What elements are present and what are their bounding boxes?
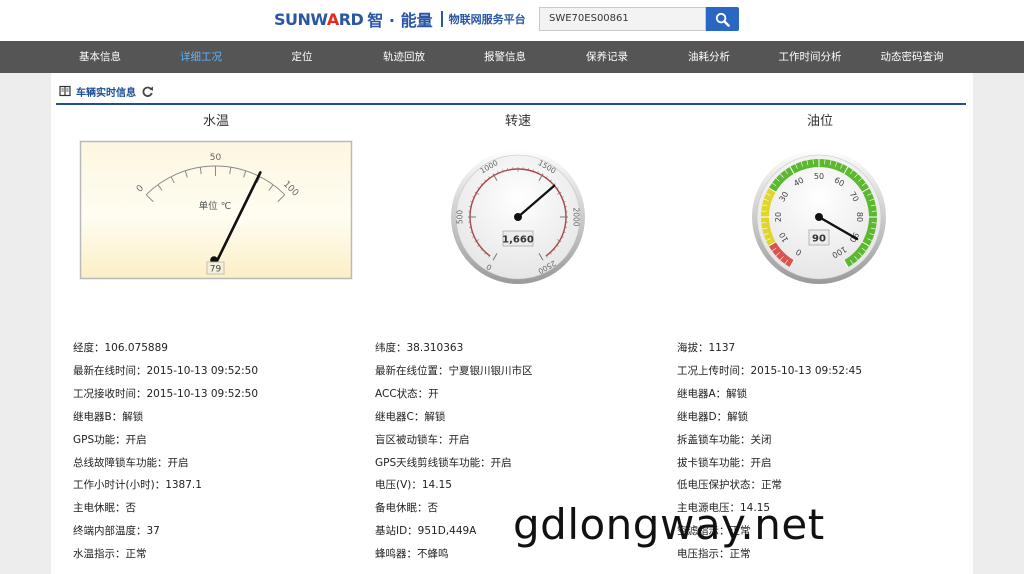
- fuel-pivot: [815, 213, 823, 221]
- realtime-panel: 车辆实时信息 水温 转速 油位 0 50 100 单位 ℃ 79 0 500 1…: [51, 73, 973, 574]
- rpm-value: 1,660: [502, 235, 534, 246]
- info-item: 工况接收时间：2015-10-13 09:52:50: [73, 387, 259, 400]
- nav-item-dynamic-password[interactable]: 动态密码查询: [881, 41, 944, 73]
- nav-item-fuel-analysis[interactable]: 油耗分析: [688, 41, 730, 73]
- logo[interactable]: SUNWARD 智 · 能量 物联网服务平台: [274, 8, 526, 31]
- fuel-title: 油位: [806, 114, 834, 129]
- info-item: 继电器D：解锁: [677, 410, 749, 423]
- panel-header: 车辆实时信息: [59, 82, 154, 100]
- info-item: ACC状态：开: [375, 387, 439, 400]
- book-icon: [59, 85, 71, 97]
- watermark: gdlongway.net: [513, 500, 825, 549]
- info-item: 最新在线时间：2015-10-13 09:52:50: [73, 364, 259, 377]
- info-item: 拔卡锁车功能：开启: [677, 456, 772, 469]
- info-item: 经度：106.075889: [73, 342, 168, 354]
- water-temp-title: 水温: [202, 114, 230, 129]
- info-item: 终端内部温度：37: [73, 525, 160, 538]
- fuel-value: 90: [812, 234, 826, 245]
- nav-item-maintenance[interactable]: 保养记录: [586, 41, 628, 73]
- info-item: GPS天线剪线锁车功能：开启: [375, 456, 512, 469]
- info-item: 蜂鸣器：不蜂鸣: [375, 548, 449, 561]
- info-item: 最新在线位置：宁夏银川银川市区: [375, 364, 533, 377]
- info-item: 继电器B：解锁: [73, 410, 144, 423]
- logo-text-en: SUNWARD: [274, 9, 364, 29]
- logo-text-cn: 智 · 能量: [367, 11, 433, 30]
- search-icon: [715, 12, 730, 27]
- logo-divider: [440, 11, 443, 27]
- info-item: 主电休眠：否: [73, 502, 136, 515]
- nav-item-alarm-info[interactable]: 报警信息: [484, 41, 526, 73]
- info-item: 纬度：38.310363: [375, 342, 464, 354]
- info-item: 拆盖锁车功能：关闭: [677, 433, 772, 446]
- info-item: 总线故障锁车功能：开启: [73, 456, 189, 469]
- water-temp-gauge: 050100 单位 ℃ 79: [79, 140, 353, 280]
- nav-item-worktime-analysis[interactable]: 工作时间分析: [779, 41, 842, 73]
- rpm-gauge: 05001000 150020002500 1,660: [451, 150, 585, 284]
- panel-divider: [56, 103, 966, 105]
- rpm-tick-label: 500: [456, 210, 465, 225]
- nav-item-location[interactable]: 定位: [292, 41, 313, 73]
- fuel-tick-label: 50: [814, 172, 824, 181]
- nav-item-detail-status[interactable]: 详细工况: [180, 41, 222, 73]
- logo-subtitle: 物联网服务平台: [448, 13, 526, 26]
- info-item: 盲区被动锁车：开启: [375, 433, 470, 446]
- info-item: 工况上传时间：2015-10-13 09:52:45: [677, 364, 863, 377]
- info-item: 电压(V)：14.15: [375, 479, 452, 492]
- nav-item-basic-info[interactable]: 基本信息: [79, 41, 121, 73]
- fuel-tick-label: 80: [855, 212, 864, 222]
- panel-title: 车辆实时信息: [76, 87, 136, 99]
- info-item: 基站ID：951D,449A: [375, 525, 477, 538]
- water-temp-value: 79: [210, 265, 222, 275]
- info-item: 工作小时计(小时)：1387.1: [73, 479, 202, 492]
- rpm-tick-label: 2000: [571, 207, 580, 226]
- info-item: 继电器A：解锁: [677, 387, 748, 400]
- refresh-icon[interactable]: [141, 85, 154, 98]
- water-temp-unit: 单位 ℃: [199, 200, 232, 212]
- header: SUNWARD 智 · 能量 物联网服务平台 SWE70ES00861: [0, 0, 1024, 41]
- info-item: 水温指示：正常: [73, 548, 147, 561]
- water-temp-tick-label: 50: [210, 153, 222, 163]
- main-nav: 基本信息 详细工况 定位 轨迹回放 报警信息 保养记录 油耗分析 工作时间分析 …: [0, 41, 1024, 73]
- info-item: 海拔：1137: [677, 342, 736, 354]
- fuel-gauge: 0102030405060708090100 90: [752, 150, 886, 284]
- search-button[interactable]: [706, 7, 739, 31]
- info-item: 备电休眠：否: [375, 502, 438, 515]
- info-item: 低电压保护状态：正常: [677, 479, 782, 492]
- info-item: 继电器C：解锁: [375, 410, 446, 423]
- rpm-title: 转速: [504, 114, 532, 129]
- search-input[interactable]: SWE70ES00861: [539, 7, 706, 31]
- rpm-pivot: [514, 213, 522, 221]
- fuel-tick-label: 20: [774, 212, 783, 222]
- nav-item-track-playback[interactable]: 轨迹回放: [383, 41, 425, 73]
- info-item: GPS功能：开启: [73, 433, 147, 446]
